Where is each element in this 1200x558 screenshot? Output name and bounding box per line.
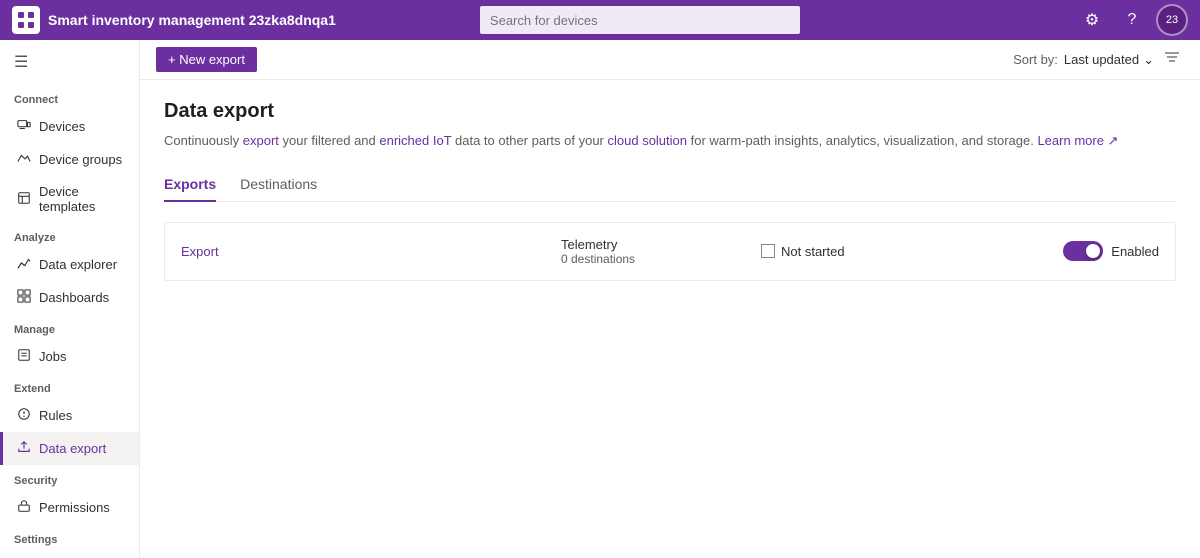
desc-enriched: enriched IoT (379, 133, 451, 148)
enabled-toggle[interactable] (1063, 241, 1103, 261)
device-groups-label: Device groups (39, 152, 122, 167)
export-table: Export Telemetry 0 destinations Not star… (164, 222, 1176, 281)
export-destinations: 0 destinations (561, 252, 761, 266)
section-extend: Extend (0, 373, 139, 399)
device-groups-icon (17, 151, 31, 168)
sidebar-item-permissions[interactable]: Permissions (0, 491, 139, 524)
device-templates-label: Device templates (39, 184, 125, 214)
dashboards-icon (17, 289, 31, 306)
tab-exports[interactable]: Exports (164, 168, 216, 202)
sort-dropdown[interactable]: Last updated ⌄ (1064, 52, 1154, 68)
main-content: + New export Sort by: Last updated ⌄ Dat… (140, 40, 1200, 558)
sidebar-item-devices[interactable]: Devices (0, 110, 139, 143)
toolbar-right: Sort by: Last updated ⌄ (1013, 46, 1184, 73)
rules-icon (17, 407, 31, 424)
rules-label: Rules (39, 408, 72, 423)
new-export-button[interactable]: + New export (156, 47, 257, 72)
status-checkbox[interactable] (761, 244, 775, 258)
tab-destinations[interactable]: Destinations (240, 168, 317, 202)
devices-label: Devices (39, 119, 85, 134)
tabs: Exports Destinations (164, 167, 1176, 202)
table-row: Export Telemetry 0 destinations Not star… (165, 223, 1175, 280)
search-input[interactable] (480, 6, 800, 34)
filter-button[interactable] (1160, 46, 1184, 73)
permissions-label: Permissions (39, 500, 110, 515)
export-link[interactable]: Export (181, 244, 219, 259)
section-analyze: Analyze (0, 222, 139, 248)
help-button[interactable]: ? (1116, 4, 1148, 36)
desc-cloud: cloud solution (608, 133, 688, 148)
avatar[interactable]: 23 (1156, 4, 1188, 36)
main-layout: ☰ Connect Devices Device groups Device t… (0, 40, 1200, 558)
export-type: Telemetry (561, 237, 761, 252)
settings-button[interactable]: ⚙ (1076, 4, 1108, 36)
export-type-col: Telemetry 0 destinations (561, 237, 761, 266)
sidebar: ☰ Connect Devices Device groups Device t… (0, 40, 140, 558)
sidebar-item-data-export[interactable]: Data export (0, 432, 139, 465)
sidebar-item-dashboards[interactable]: Dashboards (0, 281, 139, 314)
page-title: Data export (164, 100, 1176, 123)
page-description: Continuously export your filtered and en… (164, 131, 1176, 151)
sidebar-item-rules[interactable]: Rules (0, 399, 139, 432)
app-logo: Smart inventory management 23zka8dnqa1 (12, 6, 336, 34)
logo-icon (12, 6, 40, 34)
sidebar-item-device-templates[interactable]: Device templates (0, 176, 139, 222)
permissions-icon (17, 499, 31, 516)
section-connect: Connect (0, 84, 139, 110)
dashboards-label: Dashboards (39, 290, 109, 305)
devices-icon (17, 118, 31, 135)
section-manage: Manage (0, 314, 139, 340)
app-title: Smart inventory management 23zka8dnqa1 (48, 12, 336, 28)
section-settings: Settings (0, 524, 139, 550)
status-text: Not started (781, 244, 845, 259)
data-export-icon (17, 440, 31, 457)
data-explorer-label: Data explorer (39, 257, 117, 272)
jobs-label: Jobs (39, 349, 66, 364)
desc-export: export (243, 133, 279, 148)
section-security: Security (0, 465, 139, 491)
hamburger-button[interactable]: ☰ (0, 40, 139, 84)
header-actions: ⚙ ? 23 (1076, 4, 1188, 36)
toolbar: + New export Sort by: Last updated ⌄ (140, 40, 1200, 80)
export-name-col: Export (181, 244, 561, 259)
data-export-label: Data export (39, 441, 106, 456)
export-status-col: Not started (761, 244, 941, 259)
data-explorer-icon (17, 256, 31, 273)
export-toggle-col: Enabled (1063, 241, 1159, 261)
jobs-icon (17, 348, 31, 365)
sidebar-item-data-explorer[interactable]: Data explorer (0, 248, 139, 281)
chevron-down-icon: ⌄ (1143, 52, 1154, 68)
search-container (480, 6, 800, 34)
toggle-label: Enabled (1111, 244, 1159, 259)
app-header: Smart inventory management 23zka8dnqa1 ⚙… (0, 0, 1200, 40)
page-content: Data export Continuously export your fil… (140, 80, 1200, 558)
sidebar-item-jobs[interactable]: Jobs (0, 340, 139, 373)
learn-more-link[interactable]: Learn more ↗ (1037, 133, 1118, 148)
sort-by-label: Sort by: (1013, 52, 1058, 67)
sort-value: Last updated (1064, 52, 1139, 67)
device-templates-icon (17, 191, 31, 208)
sidebar-item-device-groups[interactable]: Device groups (0, 143, 139, 176)
